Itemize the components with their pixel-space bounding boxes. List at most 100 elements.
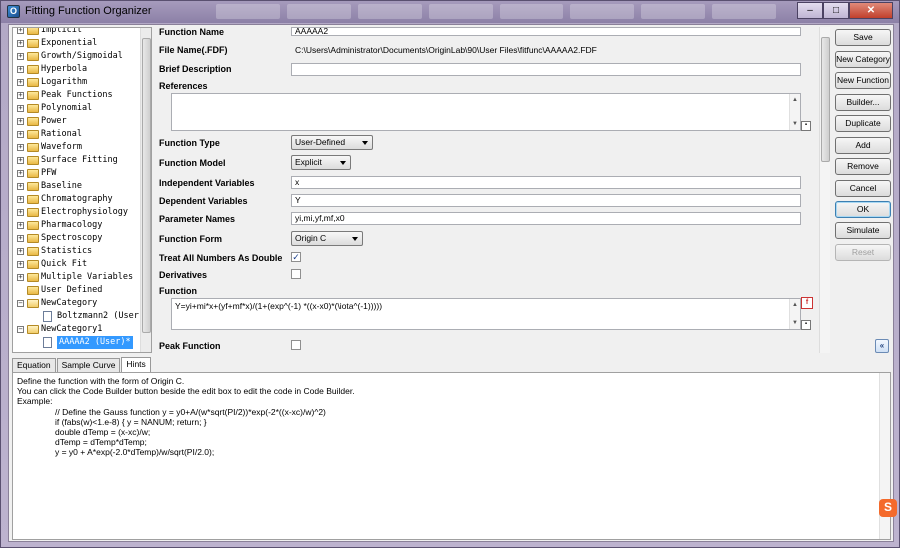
peak-function-label: Peak Function xyxy=(159,341,221,351)
chevron-down-icon xyxy=(362,141,368,145)
expand-icon[interactable]: + xyxy=(17,28,24,34)
folder-icon xyxy=(27,78,39,87)
independent-variables-input[interactable]: x xyxy=(291,176,801,189)
function-form-select[interactable]: Origin C xyxy=(291,231,363,246)
tree-item-label: Chromatography xyxy=(41,194,113,204)
function-model-value: Explicit xyxy=(295,157,322,167)
expand-icon[interactable]: + xyxy=(17,196,24,203)
tab-sample-curve[interactable]: Sample Curve xyxy=(56,358,121,373)
close-button[interactable]: ✕ xyxy=(849,2,893,19)
expand-icon[interactable]: + xyxy=(17,157,24,164)
tree-item-label: Surface Fitting xyxy=(41,155,118,165)
dependent-variables-label: Dependent Variables xyxy=(159,196,248,206)
collapse-icon[interactable]: « xyxy=(875,339,889,353)
add-button[interactable]: Add xyxy=(835,137,891,154)
new-category-button[interactable]: New Category xyxy=(835,51,891,68)
parameter-names-label: Parameter Names xyxy=(159,214,236,224)
tree-item-label: PFW xyxy=(41,168,57,178)
dependent-variables-input[interactable]: Y xyxy=(291,194,801,207)
references-scrollbar[interactable]: ▲ ▼ xyxy=(789,94,800,130)
remove-button[interactable]: Remove xyxy=(835,158,891,175)
app-window: O Fitting Function Organizer – □ ✕ + Impl… xyxy=(0,0,900,548)
tree-scrollbar[interactable] xyxy=(140,28,151,352)
expand-icon[interactable]: + xyxy=(17,235,24,242)
expand-icon[interactable]: + xyxy=(17,92,24,99)
builder-button[interactable]: Builder... xyxy=(835,94,891,111)
collapse-icon[interactable]: − xyxy=(17,326,24,333)
folder-icon xyxy=(27,260,39,269)
maximize-button[interactable]: □ xyxy=(823,2,849,19)
references-expand-icon[interactable]: ▪ xyxy=(801,121,811,131)
title-bar[interactable]: O Fitting Function Organizer – □ ✕ xyxy=(1,1,899,23)
hints-panel: Define the function with the form of Ori… xyxy=(12,372,891,540)
tree-item-label: Statistics xyxy=(41,246,93,256)
form-scroll-thumb[interactable] xyxy=(821,37,830,162)
expand-icon[interactable]: + xyxy=(17,183,24,190)
expand-icon[interactable]: + xyxy=(17,66,24,73)
tree-item-label: Pharmacology xyxy=(41,220,103,230)
function-type-select[interactable]: User-Defined xyxy=(291,135,373,150)
document-icon xyxy=(43,337,52,348)
cancel-button[interactable]: Cancel xyxy=(835,180,891,197)
tab-hints[interactable]: Hints xyxy=(121,357,151,373)
derivatives-checkbox[interactable] xyxy=(291,269,301,279)
save-button[interactable]: Save xyxy=(835,29,891,46)
peak-function-checkbox[interactable] xyxy=(291,340,301,350)
hint-code-line: // Define the Gauss function y = y0+A/(w… xyxy=(55,407,326,417)
function-expand-icon[interactable]: ▪ xyxy=(801,320,811,330)
function-tree[interactable]: + Implicit + Exponential + Growth/Sigmoidal + H… xyxy=(12,27,152,353)
expand-icon[interactable]: + xyxy=(17,131,24,138)
bottom-tabs: Equation Sample Curve Hints xyxy=(12,357,152,373)
collapse-icon[interactable]: − xyxy=(17,300,24,307)
document-icon xyxy=(43,311,52,322)
expand-icon[interactable]: + xyxy=(17,209,24,216)
function-model-select[interactable]: Explicit xyxy=(291,155,351,170)
function-scrollbar[interactable]: ▲ ▼ xyxy=(789,299,800,329)
folder-icon xyxy=(27,247,39,256)
ime-s-icon[interactable]: S xyxy=(879,499,897,517)
function-name-input[interactable]: AAAAA2 xyxy=(291,27,801,36)
tree-scroll-thumb[interactable] xyxy=(142,38,151,333)
function-name-label: Function Name xyxy=(159,27,225,37)
file-name-value: C:\Users\Administrator\Documents\OriginL… xyxy=(295,45,597,55)
folder-icon xyxy=(27,273,39,282)
form-scrollbar[interactable] xyxy=(819,27,830,353)
expand-icon[interactable]: + xyxy=(17,53,24,60)
minimize-button[interactable]: – xyxy=(797,2,823,19)
folder-icon xyxy=(27,169,39,178)
duplicate-button[interactable]: Duplicate xyxy=(835,115,891,132)
new-function-button[interactable]: New Function xyxy=(835,72,891,89)
function-form-label: Function Form xyxy=(159,234,222,244)
expand-icon[interactable]: + xyxy=(17,105,24,112)
expand-icon[interactable]: + xyxy=(17,248,24,255)
tree-item-label: NewCategory xyxy=(41,298,98,308)
brief-description-input[interactable] xyxy=(291,63,801,76)
expand-icon[interactable]: + xyxy=(17,170,24,177)
code-builder-icon[interactable]: f xyxy=(801,297,813,309)
expand-icon[interactable]: + xyxy=(17,274,24,281)
tree-item-label: Polynomial xyxy=(41,103,93,113)
ok-button[interactable]: OK xyxy=(835,201,891,218)
expand-icon[interactable]: + xyxy=(17,79,24,86)
expand-icon[interactable]: + xyxy=(17,40,24,47)
tree-item-label: Power xyxy=(41,116,67,126)
expand-icon[interactable]: + xyxy=(17,261,24,268)
expand-icon[interactable]: + xyxy=(17,222,24,229)
function-model-label: Function Model xyxy=(159,158,226,168)
expand-icon[interactable]: + xyxy=(17,144,24,151)
folder-icon xyxy=(27,65,39,74)
parameter-names-input[interactable]: yi,mi,yf,mf,x0 xyxy=(291,212,801,225)
tree-item-label: AAAAA2 (User)* xyxy=(57,336,133,349)
treat-double-checkbox[interactable]: ✓ xyxy=(291,252,301,262)
reset-button[interactable]: Reset xyxy=(835,244,891,261)
function-form: Function Name AAAAA2 File Name(.FDF) C:\… xyxy=(155,27,826,353)
function-textarea[interactable]: Y=yi+mi*x+(yf+mf*x)/(1+(exp^(-1) *((x-x0… xyxy=(171,298,801,330)
simulate-button[interactable]: Simulate xyxy=(835,222,891,239)
expand-icon[interactable]: + xyxy=(17,118,24,125)
tree-item-label: Boltzmann2 (User) xyxy=(57,311,144,321)
folder-icon xyxy=(27,195,39,204)
tab-equation[interactable]: Equation xyxy=(12,358,56,373)
tree-item-label: Implicit xyxy=(41,27,82,35)
references-textarea[interactable]: ▲ ▼ xyxy=(171,93,801,131)
hint-line: Define the function with the form of Ori… xyxy=(17,376,185,386)
